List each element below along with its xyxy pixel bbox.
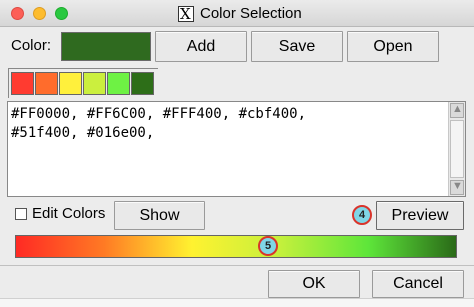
add-button[interactable]: Add	[155, 31, 247, 62]
open-button[interactable]: Open	[347, 31, 439, 62]
color-palette	[8, 68, 158, 98]
preview-button[interactable]: Preview	[376, 201, 464, 230]
scroll-down-icon[interactable]: ▼	[450, 180, 464, 195]
palette-swatch[interactable]	[131, 72, 154, 95]
palette-swatch[interactable]	[83, 72, 106, 95]
maximize-button[interactable]	[55, 7, 68, 20]
edit-colors-label: Edit Colors	[32, 205, 106, 222]
color-gradient-preview	[15, 235, 457, 258]
close-button[interactable]	[11, 7, 24, 20]
preview-marker-badge: 4	[352, 205, 372, 225]
vertical-scrollbar[interactable]: ▲ ▼	[448, 102, 465, 196]
show-button[interactable]: Show	[114, 201, 205, 230]
cancel-button[interactable]: Cancel	[372, 270, 464, 298]
edit-colors-checkbox[interactable]	[15, 208, 27, 220]
window-title-group: X Color Selection	[178, 4, 302, 23]
palette-swatch[interactable]	[11, 72, 34, 95]
palette-swatch[interactable]	[59, 72, 82, 95]
current-color-swatch	[61, 32, 151, 61]
palette-swatch[interactable]	[35, 72, 58, 95]
colors-text-area[interactable]: #FF0000, #FF6C00, #FFF400, #cbf400, #51f4…	[7, 101, 466, 197]
minimize-button[interactable]	[33, 7, 46, 20]
color-label: Color:	[11, 37, 52, 54]
footer-separator	[0, 265, 474, 266]
ok-button[interactable]: OK	[268, 270, 360, 298]
x11-icon: X	[178, 5, 194, 23]
scroll-thumb[interactable]	[450, 120, 464, 178]
gradient-marker-badge: 5	[258, 236, 278, 256]
palette-swatch[interactable]	[107, 72, 130, 95]
colors-text: #FF0000, #FF6C00, #FFF400, #cbf400, #51f4…	[11, 106, 307, 141]
window-title: Color Selection	[200, 5, 302, 22]
title-bar: X Color Selection	[0, 0, 474, 27]
save-button[interactable]: Save	[251, 31, 343, 62]
window-bottom-edge	[0, 298, 474, 307]
scroll-up-icon[interactable]: ▲	[450, 103, 464, 118]
